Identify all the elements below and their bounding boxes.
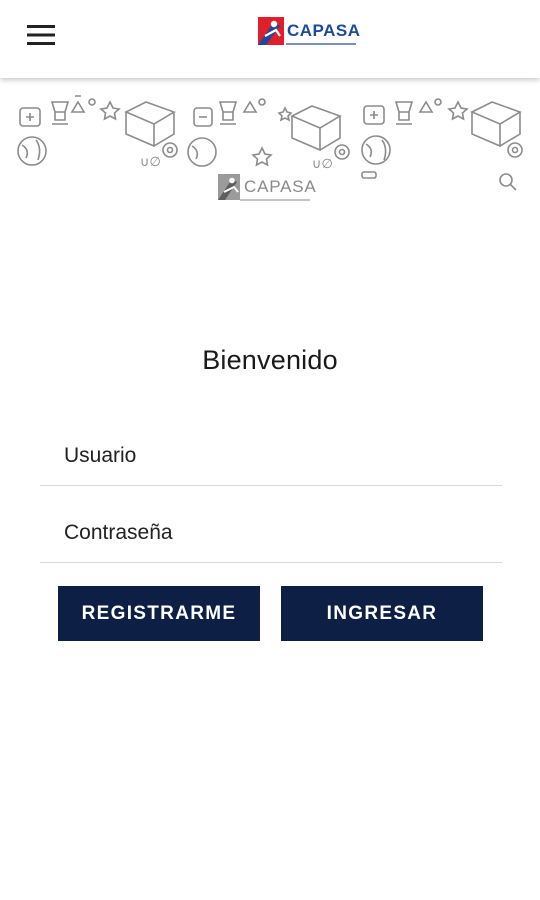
calculator-icon bbox=[363, 105, 385, 125]
capasa-logo-icon bbox=[258, 17, 284, 45]
star-icon bbox=[277, 106, 293, 122]
trophy-icon bbox=[394, 101, 414, 125]
banner-logo-text: CAPASA bbox=[244, 177, 317, 196]
star-icon bbox=[99, 100, 121, 121]
book-icon bbox=[124, 101, 176, 148]
flask-icon bbox=[242, 98, 266, 113]
flask-icon bbox=[418, 98, 442, 113]
trophy-icon bbox=[218, 101, 238, 125]
login-button[interactable]: INGRESAR bbox=[281, 586, 483, 641]
capasa-logo-icon bbox=[218, 174, 240, 200]
globe-icon bbox=[17, 136, 47, 166]
menu-button[interactable] bbox=[22, 18, 62, 52]
banner-tagline-line bbox=[240, 199, 310, 201]
welcome-title: Bienvenido bbox=[202, 345, 338, 375]
password-input[interactable] bbox=[40, 497, 502, 562]
banner-logo: CAPASA bbox=[216, 172, 317, 202]
calculator-icon bbox=[19, 107, 41, 127]
logo-tagline-line bbox=[286, 43, 356, 45]
app-logo-text: CAPASA bbox=[287, 21, 361, 40]
star-icon bbox=[251, 146, 273, 167]
register-button[interactable]: REGISTRARME bbox=[58, 586, 260, 641]
flask-icon bbox=[70, 95, 96, 113]
username-input[interactable] bbox=[40, 420, 502, 485]
star-icon bbox=[447, 100, 469, 121]
app-logo: CAPASA bbox=[254, 14, 361, 48]
svg-text:∪∅: ∪∅ bbox=[140, 155, 161, 170]
gear-icon bbox=[162, 142, 178, 158]
book-icon bbox=[290, 105, 342, 152]
svg-text:∪∅: ∪∅ bbox=[312, 157, 333, 172]
trophy-icon bbox=[50, 101, 70, 125]
magnifier-icon bbox=[499, 173, 517, 191]
password-field bbox=[40, 497, 502, 563]
globe-icon bbox=[187, 137, 217, 167]
calculator-icon bbox=[193, 107, 213, 127]
username-field bbox=[40, 420, 502, 486]
globe-icon bbox=[361, 135, 391, 165]
hamburger-menu-icon bbox=[27, 25, 55, 45]
gear-icon bbox=[334, 144, 350, 160]
book-icon bbox=[470, 101, 522, 148]
app-bar: CAPASA bbox=[0, 0, 540, 78]
gear-icon bbox=[507, 142, 523, 158]
